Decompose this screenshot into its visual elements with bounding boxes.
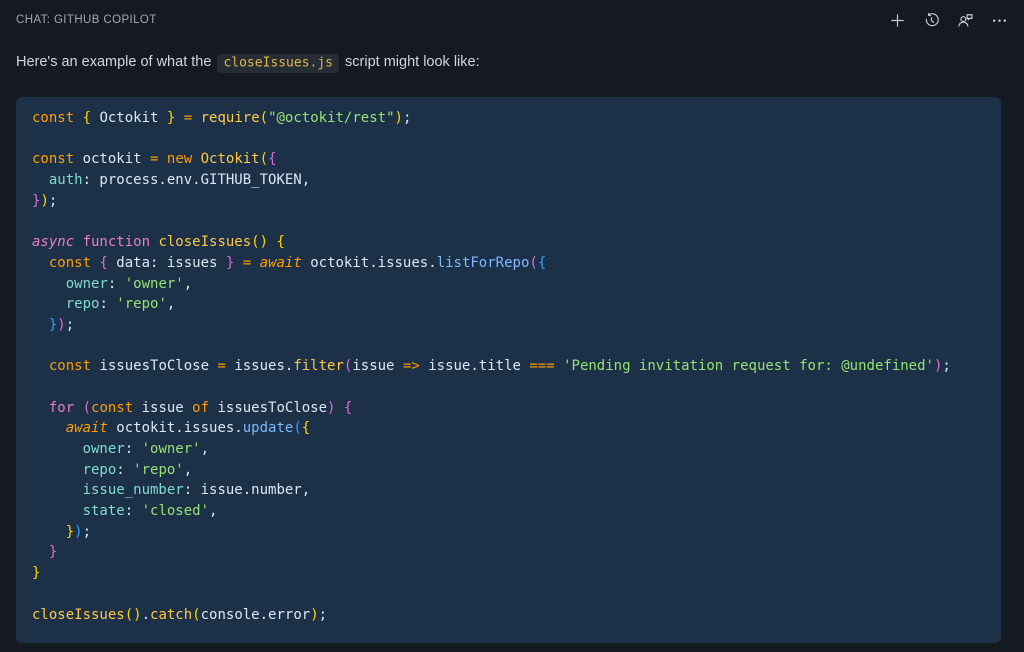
code-line: const { data: issues } = await octokit.i… bbox=[48, 254, 547, 271]
code-line: for (const issue of issuesToClose) { bbox=[48, 399, 353, 416]
code-line: await octokit.issues.update({ bbox=[65, 420, 311, 437]
code-line: const issuesToClose = issues.filter(issu… bbox=[48, 358, 951, 375]
account-icon bbox=[957, 13, 973, 26]
code-line: state: 'closed', bbox=[82, 503, 218, 520]
code-line: }); bbox=[32, 192, 58, 209]
account-button[interactable] bbox=[954, 9, 976, 31]
code-line: }); bbox=[65, 523, 92, 540]
new-chat-button[interactable] bbox=[886, 9, 908, 31]
assistant-message: Here's an example of what the closeIssue… bbox=[16, 52, 1008, 73]
code-block: const { Octokit } = require("@octokit/re… bbox=[16, 97, 1001, 643]
code-line: } bbox=[32, 565, 41, 582]
code-line: async function closeIssues() { bbox=[32, 234, 285, 251]
ellipsis-icon bbox=[992, 18, 1006, 22]
more-actions-button[interactable] bbox=[988, 9, 1010, 31]
code-line: closeIssues().catch(console.error); bbox=[32, 606, 328, 623]
history-icon bbox=[925, 12, 939, 26]
code-line: repo: 'repo', bbox=[82, 461, 193, 478]
message-text-before: Here's an example of what the bbox=[16, 54, 216, 70]
code-content: const { Octokit } = require("@octokit/re… bbox=[32, 108, 985, 625]
message-text-after: script might look like: bbox=[341, 54, 480, 70]
code-line: auth: process.env.GITHUB_TOKEN, bbox=[48, 172, 311, 189]
code-line: owner: 'owner', bbox=[65, 275, 193, 292]
inline-code-chip: closeIssues.js bbox=[217, 53, 340, 73]
plus-icon bbox=[890, 13, 904, 27]
code-line: repo: 'repo', bbox=[65, 296, 176, 313]
header-actions bbox=[886, 9, 1010, 31]
code-line: const { Octokit } = require("@octokit/re… bbox=[32, 110, 412, 126]
copilot-chat-panel: { "header": { "title": "CHAT: GITHUB COP… bbox=[0, 0, 1024, 652]
code-line: } bbox=[48, 544, 58, 561]
code-line: }); bbox=[48, 316, 75, 333]
code-line: owner: 'owner', bbox=[82, 441, 210, 457]
chat-header: CHAT: GITHUB COPILOT bbox=[0, 0, 1024, 31]
code-line: issue_number: issue.number, bbox=[82, 482, 311, 499]
history-button[interactable] bbox=[920, 9, 942, 31]
chat-panel-title: CHAT: GITHUB COPILOT bbox=[16, 14, 157, 26]
code-line: const octokit = new Octokit({ bbox=[32, 151, 277, 168]
